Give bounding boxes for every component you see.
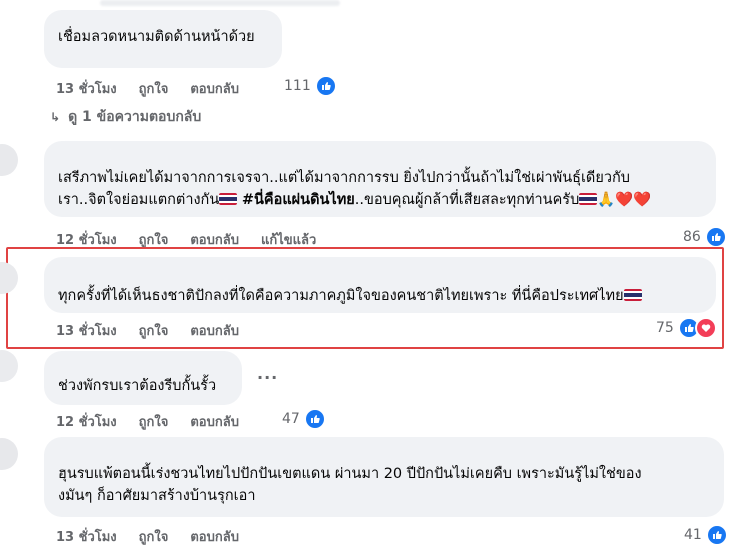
reaction-count: 47 xyxy=(282,411,300,427)
comment-actions: 13 ชั่วโมง ถูกใจ ตอบกลับ xyxy=(56,320,261,341)
comment-actions: 13 ชั่วโมง ถูกใจ ตอบกลับ xyxy=(56,526,261,547)
comment-text: เชื่อมลวดหนามติดด้านหน้าด้วย xyxy=(58,29,255,45)
comment-actions: 12 ชั่วโมง ถูกใจ ตอบกลับ xyxy=(56,411,261,432)
reply-button[interactable]: ตอบกลับ xyxy=(190,320,239,341)
comment-bubble: ทุกครั้งที่ได้เห็นธงชาติปักลงที่ใดคือควา… xyxy=(44,257,716,313)
like-icon xyxy=(705,524,728,546)
reply-button[interactable]: ตอบกลับ xyxy=(190,78,239,99)
comment-bubble: เสรีภาพไม่เคยได้มาจากการเจรจา..แต่ได้มาจ… xyxy=(44,141,716,217)
comment-text-line: เรา..จิตใจย่อมแตกต่างกัน #นี่คือแผ่นดินไ… xyxy=(58,189,702,211)
like-button[interactable]: ถูกใจ xyxy=(139,78,169,99)
comment-text: ช่วงพักรบเราต้องรีบกั้นรั้ว xyxy=(58,378,217,394)
reaction-summary[interactable]: 86 xyxy=(683,226,727,248)
cropped-previous-content xyxy=(100,0,340,6)
reply-button[interactable]: ตอบกลับ xyxy=(190,411,239,432)
comment-text-line: งมันๆ ก็อาศัยมาสร้างบ้านรุกเอา xyxy=(58,488,256,504)
like-icon xyxy=(704,226,727,248)
comment-text-segment: ..ขอบคุณผู้กล้าที่เสียสละทุกท่านครับ xyxy=(354,192,580,208)
comment-text: ทุกครั้งที่ได้เห็นธงชาติปักลงที่ใดคือควา… xyxy=(58,288,624,304)
comment-bubble: ช่วงพักรบเราต้องรีบกั้นรั้ว xyxy=(44,351,242,405)
view-replies-label: ดู 1 ข้อความตอบกลับ xyxy=(68,109,202,125)
love-icon xyxy=(694,317,717,339)
reaction-summary[interactable]: 111 xyxy=(284,75,337,97)
thai-flag-icon xyxy=(219,193,238,205)
reaction-summary[interactable]: 75 xyxy=(656,317,717,339)
comment-text-line: เสรีภาพไม่เคยได้มาจากการเจรจา..แต่ได้มาจ… xyxy=(58,170,630,186)
comment-time[interactable]: 12 ชั่วโมง xyxy=(56,411,117,432)
emoji-tail: 🙏❤️❤️ xyxy=(597,192,652,208)
reaction-summary[interactable]: 41 xyxy=(684,524,728,546)
comment-time[interactable]: 13 ชั่วโมง xyxy=(56,78,117,99)
reaction-count: 86 xyxy=(683,229,701,245)
reply-button[interactable]: ตอบกลับ xyxy=(190,526,239,547)
comment-text-segment: เรา..จิตใจย่อมแตกต่างกัน xyxy=(58,192,220,208)
reaction-count: 75 xyxy=(656,320,674,336)
avatar[interactable] xyxy=(0,144,18,176)
comment-time[interactable]: 13 ชั่วโมง xyxy=(56,526,117,547)
thai-flag-icon xyxy=(623,289,642,301)
like-icon xyxy=(314,75,337,97)
like-button[interactable]: ถูกใจ xyxy=(139,411,169,432)
hashtag-link[interactable]: #นี่คือแผ่นดินไทย xyxy=(242,192,355,208)
avatar[interactable] xyxy=(0,438,18,470)
more-options-icon[interactable]: ... xyxy=(257,364,278,383)
thai-flag-icon xyxy=(579,193,598,205)
comment-text-line: ทุกครั้งที่ได้เห็นธงชาติปักลงที่ใดคือควา… xyxy=(58,285,702,307)
reply-arrow-icon: ↳ xyxy=(50,110,61,124)
like-button[interactable]: ถูกใจ xyxy=(139,320,169,341)
comment-bubble: เชื่อมลวดหนามติดด้านหน้าด้วย xyxy=(44,10,282,68)
avatar[interactable] xyxy=(0,350,18,382)
view-replies-link[interactable]: ↳ ดู 1 ข้อความตอบกลับ xyxy=(50,106,201,128)
comment-time[interactable]: 13 ชั่วโมง xyxy=(56,320,117,341)
like-button[interactable]: ถูกใจ xyxy=(139,526,169,547)
like-icon xyxy=(303,408,326,430)
reaction-summary[interactable]: 47 xyxy=(282,408,326,430)
comment-actions: 13 ชั่วโมง ถูกใจ ตอบกลับ xyxy=(56,78,261,99)
reaction-count: 41 xyxy=(684,527,702,543)
reaction-count: 111 xyxy=(284,78,311,94)
comment-thread: เชื่อมลวดหนามติดด้านหน้าด้วย 13 ชั่วโมง … xyxy=(0,0,744,546)
comment-text-line: ฮุนรบแพ้ตอนนี้เร่งชวนไทยไปปักปันเขตแดน ผ… xyxy=(58,466,642,482)
comment-bubble: ฮุนรบแพ้ตอนนี้เร่งชวนไทยไปปักปันเขตแดน ผ… xyxy=(44,437,724,517)
